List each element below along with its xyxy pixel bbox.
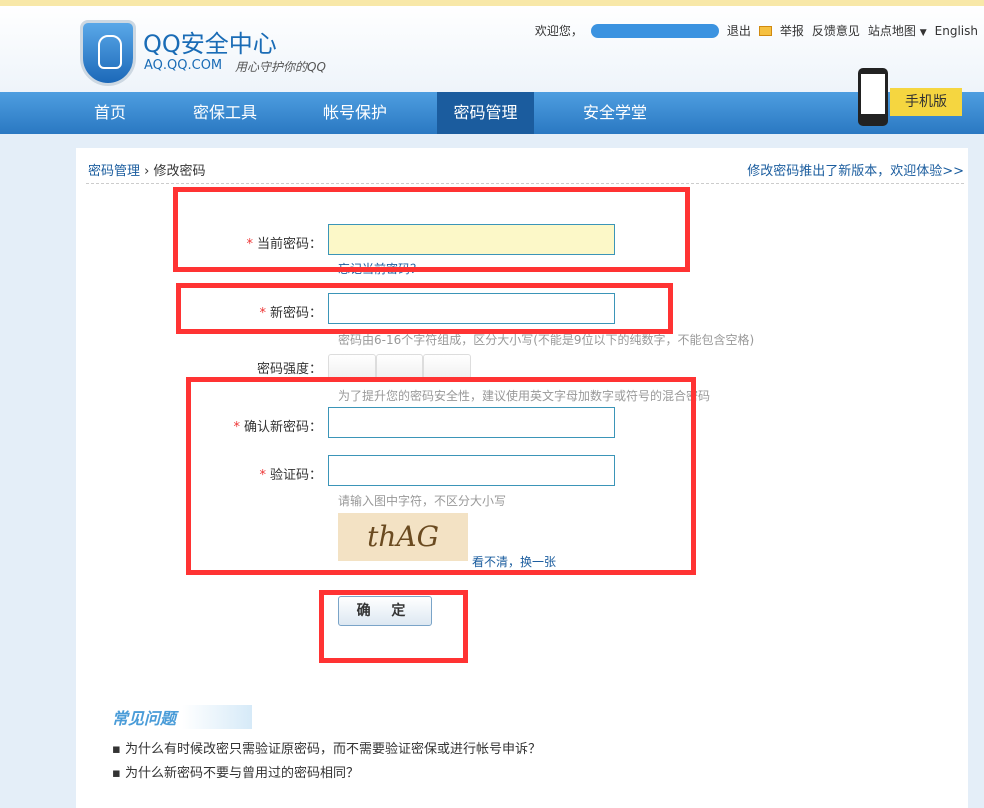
english-link[interactable]: English	[935, 24, 978, 38]
sitemap-label: 站点地图	[867, 24, 916, 38]
top-links: 欢迎您， 退出 举报 反馈意见 站点地图 ▼ English	[535, 22, 978, 39]
new-version-link[interactable]: 修改密码推出了新版本，欢迎体验>>	[747, 160, 964, 179]
highlight-box	[173, 187, 690, 272]
main-nav: 首页 密保工具 帐号保护 密码管理 安全学堂	[0, 92, 984, 134]
faq-item[interactable]: ▪ 为什么新密码不要与曾用过的密码相同？	[112, 762, 359, 781]
mobile-version-badge[interactable]: 手机版	[842, 68, 966, 126]
strength-label: 密码强度：	[256, 362, 322, 377]
logo-domain: AQ.QQ.COM	[144, 58, 223, 73]
nav-security-school[interactable]: 安全学堂	[570, 92, 660, 134]
header: QQ安全中心 AQ.QQ.COM 用心守护你的QQ 欢迎您， 退出 举报 反馈意…	[0, 6, 984, 92]
faq-title: 常见问题	[112, 705, 252, 729]
breadcrumb-current: 修改密码	[153, 164, 206, 179]
caret-down-icon: ▼	[919, 28, 927, 38]
highlight-box	[176, 283, 673, 334]
logo-title[interactable]: QQ安全中心	[143, 24, 277, 59]
highlight-box	[186, 377, 696, 575]
qq-shield-logo-icon[interactable]	[80, 20, 136, 86]
highlight-box	[319, 590, 468, 663]
mobile-label: 手机版	[890, 88, 962, 116]
logo-slogan: 用心守护你的QQ	[235, 60, 326, 74]
mail-icon[interactable]	[758, 25, 772, 36]
breadcrumb-separator: ›	[144, 164, 150, 179]
nav-home[interactable]: 首页	[80, 92, 140, 134]
faq-text[interactable]: 为什么新密码不要与曾用过的密码相同？	[125, 766, 359, 781]
faq-item[interactable]: ▪ 为什么有时候改密只需验证原密码，而不需要验证密保或进行帐号申诉？	[112, 738, 541, 757]
nav-security-tools[interactable]: 密保工具	[180, 92, 270, 134]
sitemap-link[interactable]: 站点地图 ▼	[868, 22, 927, 39]
nav-password-management[interactable]: 密码管理	[437, 92, 534, 134]
feedback-link[interactable]: 反馈意见	[812, 22, 860, 39]
logout-link[interactable]: 退出	[727, 22, 751, 39]
breadcrumb-parent[interactable]: 密码管理	[88, 164, 140, 179]
username-redacted	[590, 23, 719, 38]
phone-icon	[858, 68, 888, 126]
faq-text[interactable]: 为什么有时候改密只需验证原密码，而不需要验证密保或进行帐号申诉？	[125, 742, 541, 757]
report-link[interactable]: 举报	[780, 22, 804, 39]
welcome-text: 欢迎您，	[534, 24, 583, 38]
breadcrumb: 密码管理 › 修改密码	[88, 160, 206, 179]
divider	[86, 183, 964, 184]
nav-account-protection[interactable]: 帐号保护	[310, 92, 400, 134]
